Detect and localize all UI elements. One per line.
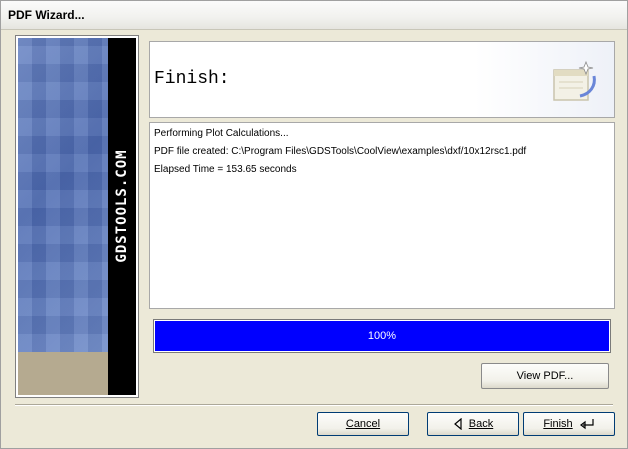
- side-banner-art: [18, 38, 108, 352]
- log-output: Performing Plot Calculations... PDF file…: [149, 122, 615, 309]
- log-line: Performing Plot Calculations...: [154, 128, 289, 139]
- finish-label: Finish: [543, 418, 573, 430]
- cancel-label: Cancel: [345, 418, 381, 430]
- view-pdf-label: View PDF...: [516, 370, 574, 382]
- back-arrow-icon: [453, 418, 462, 431]
- cancel-button[interactable]: Cancel: [317, 412, 409, 436]
- enter-key-icon: [579, 419, 594, 430]
- view-pdf-button[interactable]: View PDF...: [481, 363, 609, 389]
- progress-label: 100%: [367, 330, 397, 342]
- finish-button[interactable]: Finish: [523, 412, 615, 436]
- footer-divider: [15, 404, 613, 406]
- brand-strip: GDSTOOLS.COM: [108, 38, 136, 395]
- log-line: PDF file created: C:\Program Files\GDSTo…: [154, 146, 527, 157]
- document-sparkle-icon: [553, 60, 596, 101]
- side-banner-image: GDSTOOLS.COM: [18, 38, 136, 395]
- side-banner-floor: [18, 352, 108, 395]
- window-title: PDF Wizard...: [8, 8, 85, 22]
- brand-logo-text: GDSTOOLS.COM: [114, 149, 130, 263]
- pdf-wizard-window: PDF Wizard... GDSTOOLS.COM Finish: Perfo…: [0, 0, 628, 449]
- title-bar[interactable]: PDF Wizard...: [1, 1, 627, 30]
- back-button[interactable]: Back: [427, 412, 519, 436]
- log-line: Elapsed Time = 153.65 seconds: [154, 164, 297, 175]
- back-label: Back: [468, 418, 494, 430]
- page-title: Finish:: [154, 69, 230, 89]
- side-banner: GDSTOOLS.COM: [15, 35, 139, 398]
- wizard-header: Finish:: [149, 41, 615, 118]
- progress-bar: 100%: [153, 319, 611, 353]
